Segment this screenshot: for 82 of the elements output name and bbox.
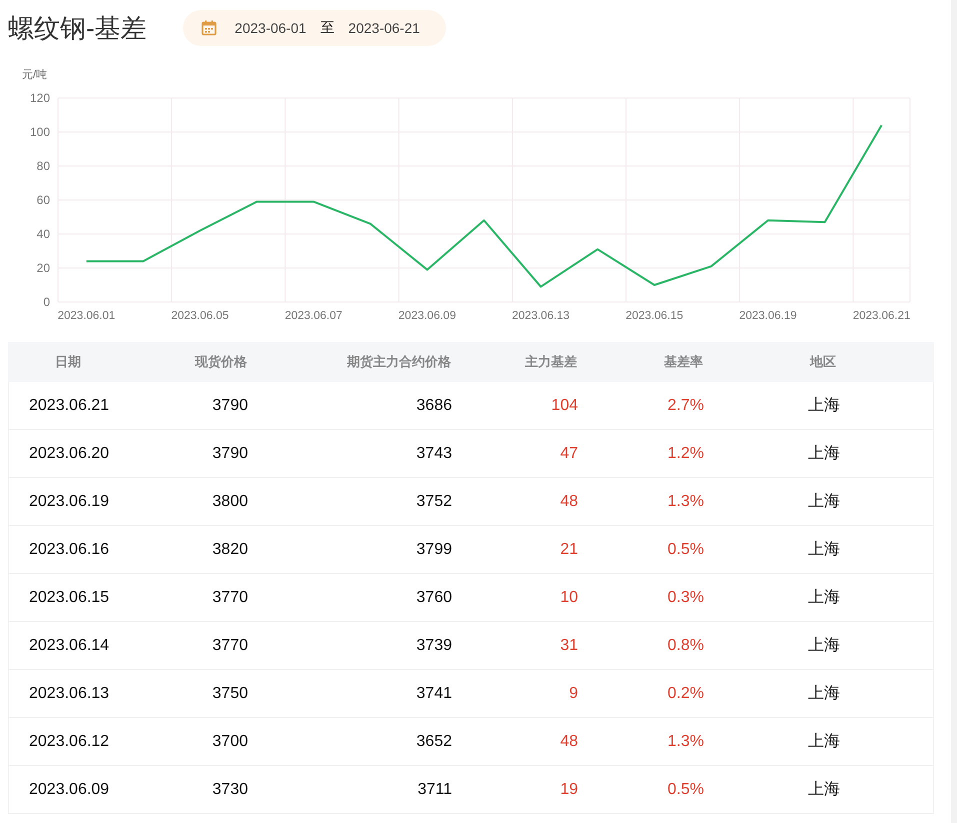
x-tick-label: 2023.06.21 [852,310,910,322]
table-cell-text: 上海 [807,396,841,416]
table-cell-text: 31 [559,636,578,654]
table-cell-text: 2023.06.13 [28,684,110,702]
x-tick-label: 2023.06.07 [284,310,342,322]
x-tick-label: 2023.06.13 [512,310,570,322]
table-cell-text: 3739 [415,636,452,654]
table-cell-text: 上海 [807,780,841,800]
page-title: 螺纹钢-基差 [8,12,147,44]
y-tick-label: 120 [30,91,50,105]
end-date: 2023-06-21 [348,20,420,36]
y-tick-label: 40 [36,227,50,241]
table-cell-text: 2023.06.19 [28,492,110,510]
table-cell-text: 2023.06.21 [28,396,110,414]
table-cell-text: 3730 [211,780,248,798]
x-tick-label: 2023.06.05 [171,310,229,322]
table-cell-text: 2023.06.14 [28,636,110,654]
x-tick-label: 2023.06.09 [398,310,456,322]
table-cell-text: 3799 [415,540,452,558]
y-tick-label: 80 [36,159,50,173]
x-tick-label: 2023.06.19 [739,310,797,322]
y-tick-label: 20 [36,261,50,275]
table-cell-text: 上海 [807,636,841,656]
table-cell-text: 3770 [211,636,248,654]
column-header: 地区 [808,353,837,371]
table-cell-text: 3743 [415,444,452,462]
table-cell-text: 1.2% [666,444,704,462]
table-cell-text: 上海 [807,732,841,752]
date-range-picker[interactable]: 2023-06-01 至 2023-06-21 [182,10,446,46]
table-cell-text: 3752 [415,492,452,510]
table-cell-text: 0.5% [666,540,704,558]
table-cell-text: 上海 [807,540,841,560]
table-cell-text: 9 [568,684,578,702]
column-header: 主力基差 [524,353,577,371]
table-cell-text: 3760 [415,588,452,606]
table-cell-text: 2023.06.20 [28,444,110,462]
column-header: 现货价格 [194,353,247,371]
column-header: 期货主力合约价格 [346,353,451,371]
calendar-icon [200,20,217,36]
table-cell-text: 3700 [211,732,248,750]
table-cell-text: 0.5% [666,780,704,798]
column-header: 日期 [54,353,82,371]
table-cell-text: 3790 [211,396,248,414]
table-cell-text: 3741 [415,684,452,702]
table-cell-text: 1.3% [666,492,704,510]
range-separator: 至 [320,19,334,37]
table-cell-text: 0.2% [666,684,704,702]
table-cell-text: 2023.06.16 [28,540,110,558]
y-axis-unit: 元/吨 [22,69,48,81]
table-cell-text: 3790 [211,444,248,462]
table-cell-text: 3750 [211,684,248,702]
table-cell-text: 3820 [211,540,248,558]
table-cell-text: 48 [559,732,578,750]
x-tick-label: 2023.06.15 [626,310,684,322]
table-cell-text: 上海 [807,444,841,464]
x-tick-label: 2023.06.01 [58,310,116,322]
y-tick-label: 100 [30,125,50,139]
table-cell-text: 104 [550,396,578,414]
table-cell-text: 3652 [415,732,452,750]
table-cell-text: 上海 [807,684,841,704]
table-cell-text: 3686 [415,396,452,414]
table-cell-text: 2023.06.09 [28,780,110,798]
table-cell-text: 21 [559,540,578,558]
table-cell-text: 10 [559,588,578,606]
table-cell-text: 1.3% [666,732,704,750]
table-cell-text: 3711 [416,780,452,798]
table-cell-text: 3770 [211,588,248,606]
table-cell-text: 2023.06.15 [28,588,110,606]
y-tick-label: 0 [43,295,50,309]
table-cell-text: 上海 [807,492,841,512]
table-cell-text: 2.7% [666,396,704,414]
column-header: 基差率 [663,353,703,371]
table-cell-text: 0.8% [666,636,704,654]
table-cell-text: 0.3% [666,588,704,606]
start-date: 2023-06-01 [234,20,306,36]
y-tick-label: 60 [36,193,50,207]
table-cell-text: 19 [559,780,578,798]
table-cell-text: 上海 [807,588,841,608]
table-cell-text: 47 [559,444,578,462]
table-cell-text: 48 [559,492,578,510]
table-cell-text: 2023.06.12 [28,732,110,750]
table-cell-text: 3800 [211,492,248,510]
